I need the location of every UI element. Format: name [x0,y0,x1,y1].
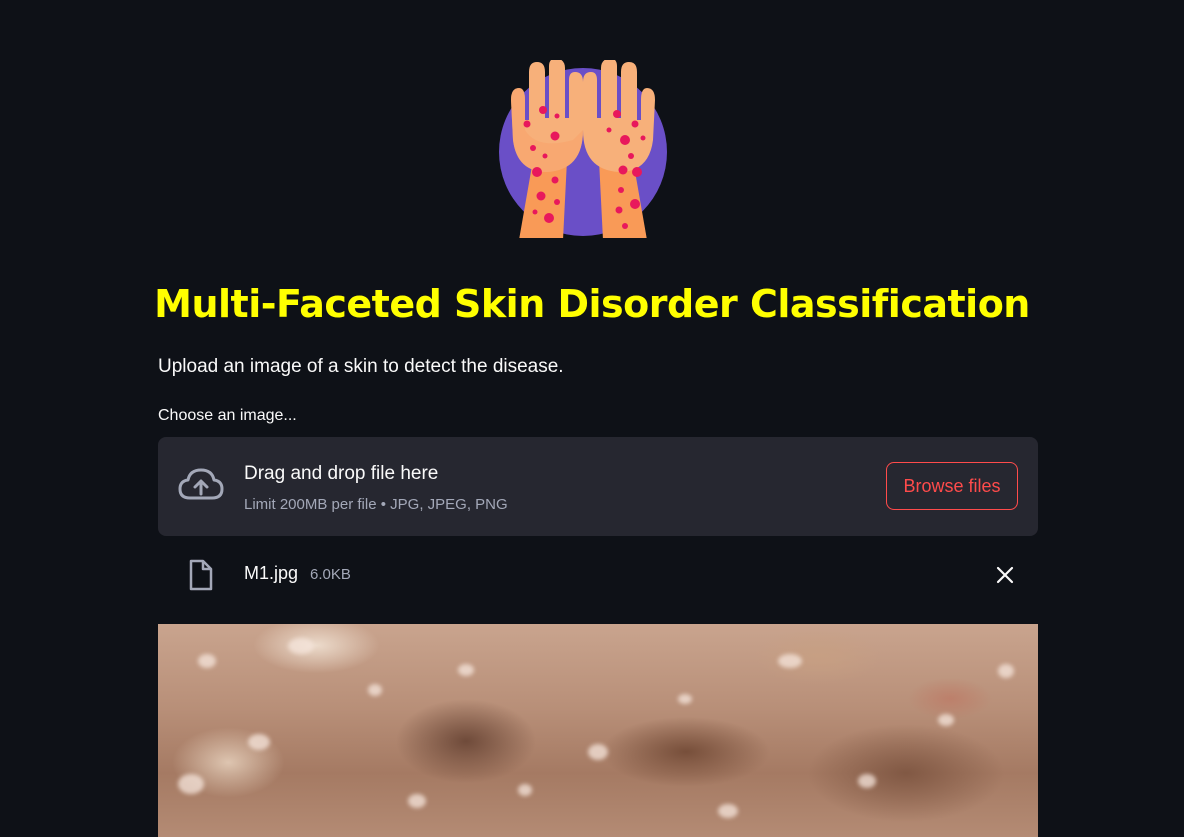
file-dropzone[interactable]: Drag and drop file here Limit 200MB per … [158,437,1038,536]
uploaded-file-size: 6.0KB [310,566,351,583]
app-page: Multi-Faceted Skin Disorder Classificati… [0,0,1184,837]
rash-hands-icon [499,60,667,238]
file-icon [189,559,213,591]
close-icon[interactable] [994,564,1016,586]
dropzone-instructions: Drag and drop file here [244,463,439,484]
dropzone-limit-text: Limit 200MB per file • JPG, JPEG, PNG [244,496,508,513]
cloud-upload-icon [178,468,224,500]
browse-files-button[interactable]: Browse files [886,462,1018,510]
uploader-label: Choose an image... [158,407,297,424]
uploaded-image-preview [158,624,1038,837]
uploaded-file-row: M1.jpg 6.0KB [158,548,1038,602]
uploaded-file-name: M1.jpg [244,563,299,583]
page-title: Multi-Faceted Skin Disorder Classificati… [154,282,1030,326]
page-subtitle: Upload an image of a skin to detect the … [158,356,564,377]
